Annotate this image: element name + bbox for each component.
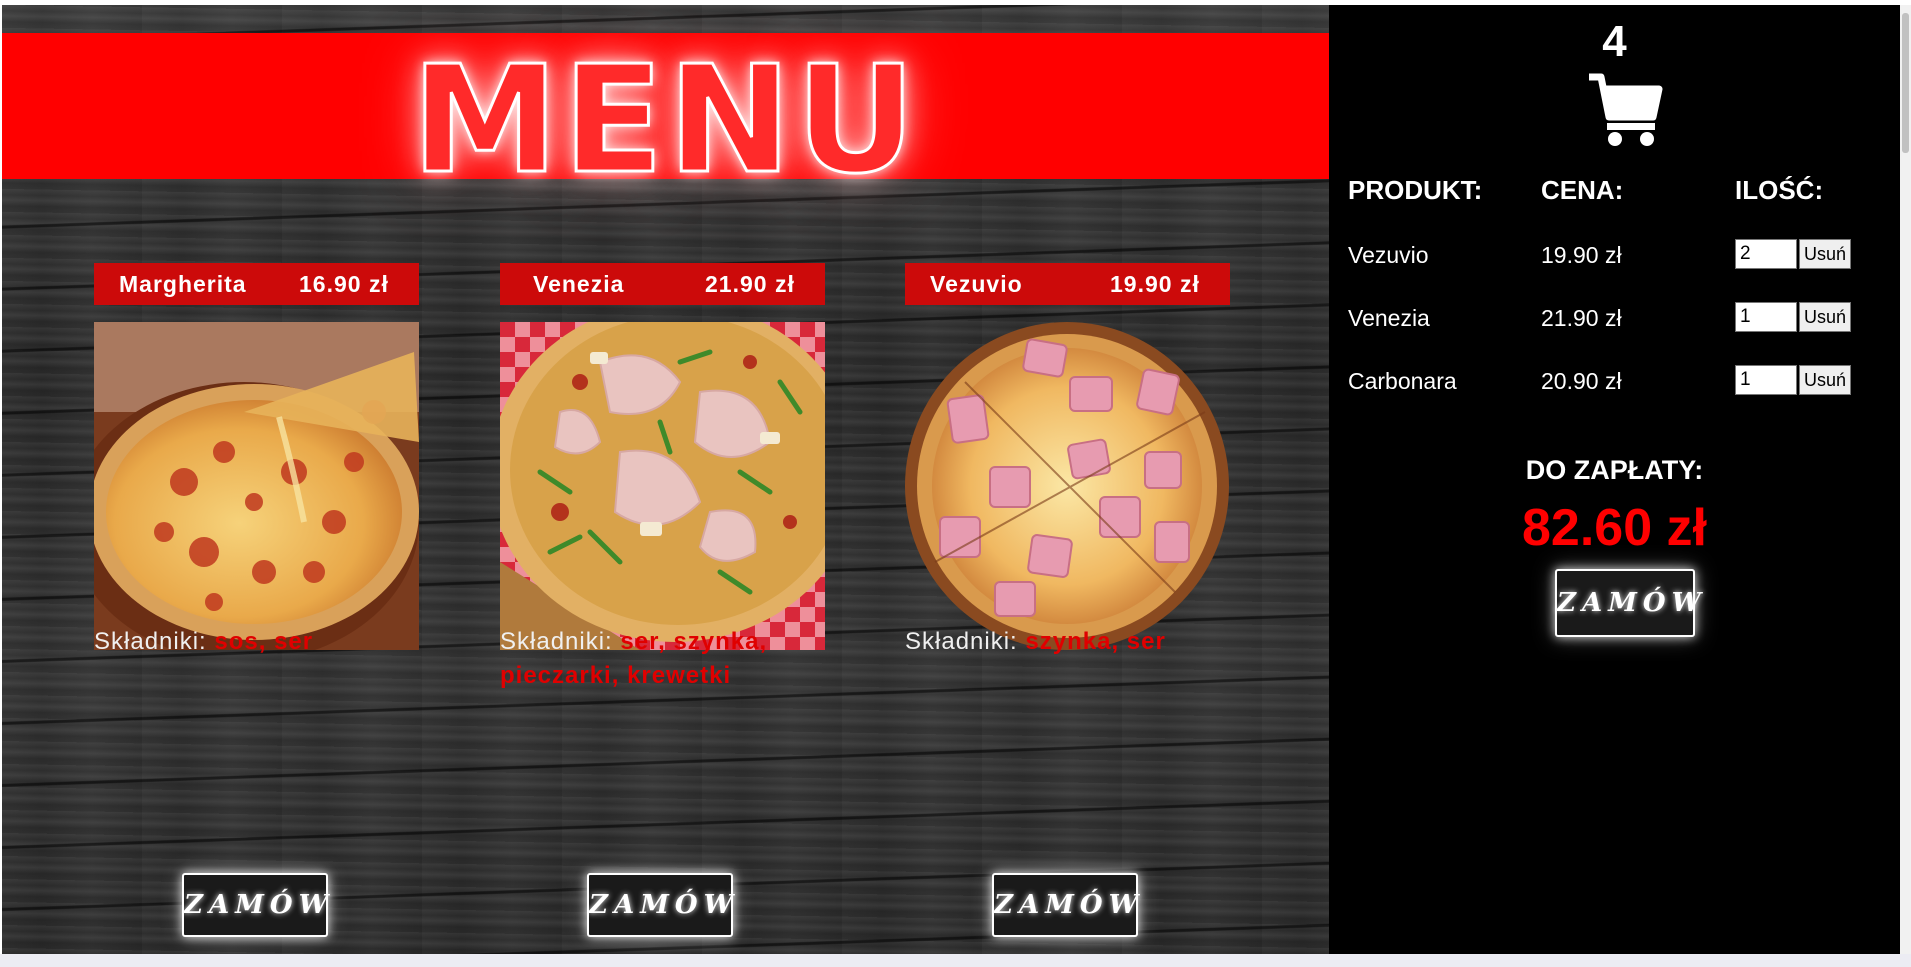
pizza-ingredients: Składniki: szynka, ser (905, 625, 1235, 659)
cart-item-price: 21.90 zł (1541, 305, 1622, 331)
remove-button[interactable]: Usuń (1799, 365, 1851, 395)
quantity-input[interactable] (1735, 302, 1797, 332)
menu-banner: MENU (2, 33, 1329, 196)
total-label: DO ZAPŁATY: (1525, 455, 1704, 485)
ingredients-label: Składniki: (500, 628, 613, 655)
cart-item-name: Venezia (1348, 305, 1430, 331)
menu-section: MENU Margherita 16.90 zł Składniki: sos,… (2, 5, 1329, 954)
pizza-card-vezuvio: Vezuvio 19.90 zł Składniki: szynka, ser (905, 263, 1230, 663)
pizza-ingredients: Składniki: ser, szynka, pieczarki, krewe… (500, 625, 830, 693)
order-button-venezia[interactable]: ZAMÓW (587, 873, 733, 937)
ingredients-values: szynka, ser (1025, 628, 1166, 655)
pizza-photo-vezuvio (905, 322, 1230, 650)
pizza-price: 16.90 zł (299, 271, 389, 297)
pizza-price: 21.90 zł (705, 271, 795, 297)
cart-icon[interactable] (1587, 71, 1663, 147)
pizza-price: 19.90 zł (1110, 271, 1200, 297)
cart-count: 4 (1602, 17, 1627, 66)
cart-row: Venezia 21.90 zł Usuń (1329, 297, 1900, 337)
header-product: PRODUKT: (1348, 175, 1483, 205)
order-button-vezuvio[interactable]: ZAMÓW (992, 873, 1138, 937)
cart-panel: 4 PRODUKT: CENA: ILOŚĆ: Vezuvio 19.90 zł… (1329, 5, 1900, 954)
pizza-name: Vezuvio (930, 271, 1023, 297)
quantity-input[interactable] (1735, 239, 1797, 269)
menu-title: MENU (410, 34, 920, 206)
cart-item-name: Vezuvio (1348, 242, 1429, 268)
pizza-name: Venezia (533, 271, 625, 297)
ingredients-label: Składniki: (905, 628, 1018, 655)
cart-item-price: 20.90 zł (1541, 368, 1622, 394)
cart-item-name: Carbonara (1348, 368, 1457, 394)
cart-row: Vezuvio 19.90 zł Usuń (1329, 234, 1900, 274)
header-price: CENA: (1541, 175, 1624, 205)
quantity-input[interactable] (1735, 365, 1797, 395)
scrollbar[interactable] (1900, 5, 1911, 954)
pizza-header: Vezuvio 19.90 zł (905, 263, 1230, 305)
header-quantity: ILOŚĆ: (1735, 175, 1824, 205)
ingredients-label: Składniki: (94, 628, 207, 655)
pizza-card-venezia: Venezia 21.90 zł Składniki: ser, szynka,… (500, 263, 825, 689)
ingredients-values: sos, ser (214, 628, 314, 655)
pizza-photo-margherita (94, 322, 419, 650)
cart-order-button[interactable]: ZAMÓW (1555, 569, 1701, 637)
bottom-strip (0, 954, 1911, 967)
pizza-header: Venezia 21.90 zł (500, 263, 825, 305)
remove-button[interactable]: Usuń (1799, 302, 1851, 332)
order-button-margherita[interactable]: ZAMÓW (182, 873, 328, 937)
pizza-card-margherita: Margherita 16.90 zł Składniki: sos, ser (94, 263, 419, 663)
pizza-header: Margherita 16.90 zł (94, 263, 419, 305)
pizza-name: Margherita (119, 271, 247, 297)
pizza-photo-venezia (500, 322, 825, 650)
pizza-ingredients: Składniki: sos, ser (94, 625, 424, 659)
cart-row: Carbonara 20.90 zł Usuń (1329, 360, 1900, 400)
remove-button[interactable]: Usuń (1799, 239, 1851, 269)
scrollbar-thumb[interactable] (1902, 13, 1909, 153)
total-value: 82.60 zł (1521, 499, 1708, 557)
cart-item-price: 19.90 zł (1541, 242, 1622, 268)
